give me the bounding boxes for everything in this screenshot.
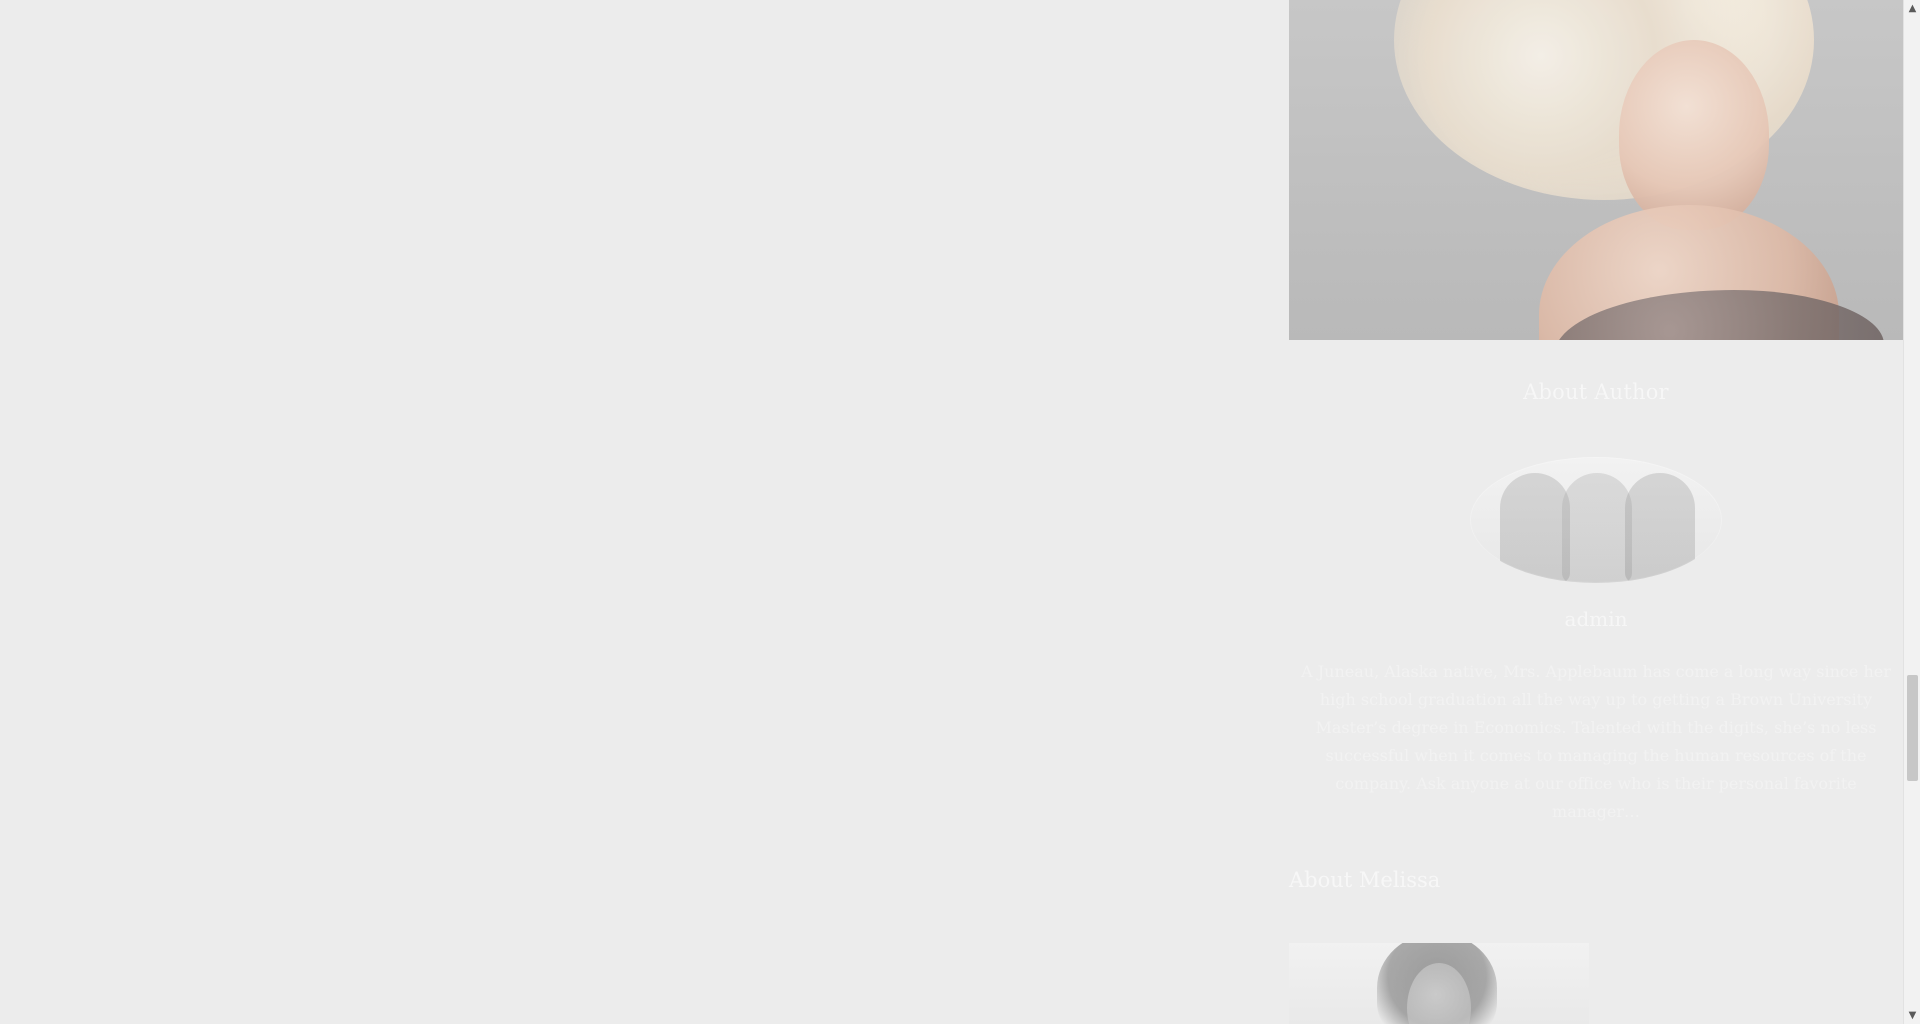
about-author-title: About Author bbox=[1523, 380, 1669, 404]
sidebar: About Author admin A Juneau, Alaska nati… bbox=[1289, 0, 1903, 1024]
scroll-thumb[interactable] bbox=[1907, 675, 1918, 781]
feature-image[interactable] bbox=[1289, 0, 1903, 340]
vertical-scrollbar[interactable]: ▲ ▼ bbox=[1903, 0, 1920, 1024]
page: About Author admin A Juneau, Alaska nati… bbox=[0, 0, 1920, 1024]
author-avatar[interactable] bbox=[1470, 457, 1722, 583]
avatar-person-3 bbox=[1625, 473, 1695, 583]
about-melissa-title: About Melissa bbox=[1289, 868, 1441, 892]
scroll-up-icon[interactable]: ▲ bbox=[1904, 0, 1920, 17]
scroll-down-icon[interactable]: ▼ bbox=[1904, 1007, 1920, 1024]
avatar-person-2 bbox=[1562, 473, 1632, 583]
melissa-image[interactable] bbox=[1289, 943, 1589, 1024]
author-name[interactable]: admin bbox=[1289, 607, 1903, 631]
feature-image-face bbox=[1619, 40, 1769, 230]
avatar-person-1 bbox=[1500, 473, 1570, 583]
author-bio: A Juneau, Alaska native, Mrs. Applebaum … bbox=[1301, 662, 1891, 821]
